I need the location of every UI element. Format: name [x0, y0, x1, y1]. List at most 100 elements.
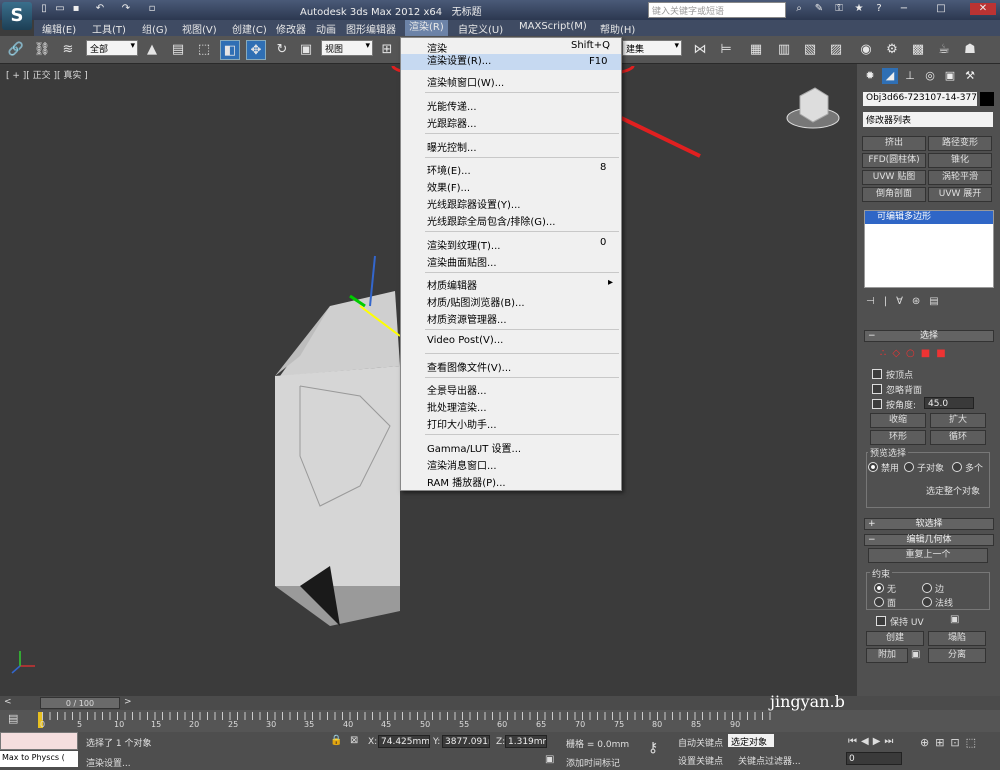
- ffd-cyl-button[interactable]: FFD(圆柱体): [862, 153, 926, 168]
- menu-item-render-surface-map[interactable]: 渲染曲面贴图...: [427, 254, 497, 269]
- mirror-icon[interactable]: ⋈: [690, 40, 710, 60]
- rollout-edit-geometry[interactable]: − 编辑几何体: [864, 534, 994, 546]
- key-filters-button[interactable]: 关键点过滤器...: [738, 754, 801, 767]
- modify-tab-icon[interactable]: ◢: [882, 68, 898, 84]
- preview-subobj-radio[interactable]: 子对象: [904, 461, 944, 474]
- stack-item-editable-poly[interactable]: 可编辑多边形: [865, 211, 993, 224]
- attach-settings-icon[interactable]: ▣: [911, 649, 920, 660]
- constraint-edge-radio[interactable]: 边: [922, 582, 944, 595]
- menu-modifiers[interactable]: 修改器: [276, 21, 306, 36]
- modifier-list-dropdown[interactable]: 修改器列表: [863, 112, 993, 127]
- utilities-tab-icon[interactable]: ⚒: [962, 68, 978, 84]
- menu-item-batch-render[interactable]: 批处理渲染...: [427, 399, 487, 414]
- menu-item-ram-player[interactable]: RAM 播放器(P)...: [427, 474, 506, 489]
- lock-selection-icon[interactable]: 🔒: [330, 735, 342, 746]
- menu-item-render-setup[interactable]: 渲染设置(R)...: [401, 54, 621, 70]
- time-slider-track[interactable]: [0, 696, 1000, 710]
- y-coordinate-field[interactable]: 3877.091n: [442, 735, 490, 748]
- repeat-last-button[interactable]: 重复上一个: [868, 548, 988, 563]
- set-key-button[interactable]: 设置关键点: [678, 754, 723, 767]
- motion-tab-icon[interactable]: ◎: [922, 68, 938, 84]
- rendered-frame-icon[interactable]: ▩: [908, 40, 928, 60]
- undo-icon[interactable]: ↶: [94, 3, 106, 15]
- menu-item-effects[interactable]: 效果(F)...: [427, 179, 470, 194]
- menu-item-light-tracer[interactable]: 光跟踪器...: [427, 115, 477, 130]
- project-folder-icon[interactable]: ▫: [146, 3, 158, 15]
- menu-create[interactable]: 创建(C): [232, 21, 267, 36]
- time-slider[interactable]: 0 / 100: [40, 697, 120, 709]
- grow-button[interactable]: 扩大: [930, 413, 986, 428]
- create-button[interactable]: 创建: [866, 631, 924, 646]
- link-icon[interactable]: 🔗: [6, 40, 26, 60]
- hierarchy-tab-icon[interactable]: ⊥: [902, 68, 918, 84]
- z-coordinate-field[interactable]: 1.319mm: [505, 735, 547, 748]
- schematic-view-icon[interactable]: ▨: [826, 40, 846, 60]
- pivot-center-icon[interactable]: ⊞: [377, 40, 397, 60]
- object-color-swatch[interactable]: [980, 92, 994, 106]
- menu-item-print-size-wizard[interactable]: 打印大小助手...: [427, 416, 497, 431]
- unwrap-uvw-button[interactable]: UVW 展开: [928, 187, 992, 202]
- angle-spinner[interactable]: 45.0: [924, 397, 974, 409]
- menu-item-material-explorer[interactable]: 材质资源管理器...: [427, 311, 507, 326]
- menu-item-view-image-file[interactable]: 查看图像文件(V)...: [427, 359, 511, 374]
- turbosmooth-button[interactable]: 涡轮平滑: [928, 170, 992, 185]
- menu-item-environment[interactable]: 环境(E)...: [427, 162, 471, 177]
- current-frame-field[interactable]: 0: [846, 752, 902, 765]
- set-key-icon[interactable]: ⚷: [648, 740, 658, 756]
- select-move-icon[interactable]: ✥: [246, 40, 266, 60]
- menu-item-radiosity[interactable]: 光能传递...: [427, 98, 477, 113]
- menu-help[interactable]: 帮助(H): [600, 21, 635, 36]
- menu-item-panorama-exporter[interactable]: 全景导出器...: [427, 382, 487, 397]
- stack-tools[interactable]: ⊣|∀⊛▤: [866, 296, 994, 310]
- time-prev-icon[interactable]: <: [4, 697, 12, 707]
- path-deform-button[interactable]: 路径变形: [928, 136, 992, 151]
- menu-item-raytracer-settings[interactable]: 光线跟踪器设置(Y)...: [427, 196, 520, 211]
- unlink-icon[interactable]: ⛓: [32, 40, 52, 60]
- minimize-icon[interactable]: −: [898, 3, 910, 15]
- subobject-level-icons[interactable]: ∴◇○■■: [880, 348, 952, 359]
- display-tab-icon[interactable]: ▣: [942, 68, 958, 84]
- curve-editor-icon[interactable]: ▧: [800, 40, 820, 60]
- material-editor-icon[interactable]: ◉: [856, 40, 876, 60]
- shrink-button[interactable]: 收缩: [870, 413, 926, 428]
- viewcube[interactable]: [786, 87, 840, 129]
- star-icon[interactable]: ★: [853, 3, 865, 15]
- by-vertex-checkbox[interactable]: 按顶点: [872, 368, 913, 381]
- render-production-icon[interactable]: ☗: [960, 40, 980, 60]
- auto-key-button[interactable]: 自动关键点: [678, 736, 723, 749]
- open-file-icon[interactable]: ▭: [54, 3, 66, 15]
- x-coordinate-field[interactable]: 74.425mm: [378, 735, 430, 748]
- bind-space-warp-icon[interactable]: ≋: [58, 40, 78, 60]
- preserve-uv-settings-icon[interactable]: ▣: [950, 614, 959, 625]
- menu-maxscript[interactable]: MAXScript(M): [519, 21, 587, 32]
- ignore-backfacing-checkbox[interactable]: 忽略背面: [872, 383, 922, 396]
- by-angle-checkbox[interactable]: 按角度:: [872, 398, 916, 411]
- loop-button[interactable]: 循环: [930, 430, 986, 445]
- menu-tools[interactable]: 工具(T): [92, 21, 126, 36]
- key-icon[interactable]: ⚿: [833, 3, 845, 15]
- menu-animation[interactable]: 动画: [316, 21, 336, 36]
- select-rotate-icon[interactable]: ↻: [272, 40, 292, 60]
- layer-manager-icon[interactable]: ▦: [746, 40, 766, 60]
- search-input[interactable]: 键入关键字或短语: [648, 2, 786, 18]
- rollout-soft-selection[interactable]: + 软选择: [864, 518, 994, 530]
- maxscript-listener-bottom[interactable]: Max to Physcs (: [0, 751, 78, 767]
- collapse-button[interactable]: 塌陷: [928, 631, 986, 646]
- save-file-icon[interactable]: ▪: [70, 3, 82, 15]
- help-icon[interactable]: ?: [873, 3, 885, 15]
- menu-item-render-message-window[interactable]: 渲染消息窗口...: [427, 457, 497, 472]
- menu-rendering[interactable]: 渲染(R): [405, 20, 448, 36]
- taper-button[interactable]: 锥化: [928, 153, 992, 168]
- menu-item-exposure-control[interactable]: 曝光控制...: [427, 139, 477, 154]
- menu-item-material-editor[interactable]: 材质编辑器: [427, 277, 477, 292]
- selection-filter-dropdown[interactable]: 全部: [86, 40, 138, 56]
- constraint-face-radio[interactable]: 面: [874, 596, 896, 609]
- time-next-icon[interactable]: >: [124, 697, 132, 707]
- menu-item-render[interactable]: 渲染: [427, 40, 447, 55]
- binoculars-icon[interactable]: ⌕: [793, 3, 805, 15]
- menu-item-raytrace-include-exclude[interactable]: 光线跟踪全局包含/排除(G)...: [427, 213, 555, 228]
- graphite-icon[interactable]: ▥: [774, 40, 794, 60]
- ring-button[interactable]: 环形: [870, 430, 926, 445]
- reference-coord-dropdown[interactable]: 视图: [321, 40, 373, 56]
- viewport-nav-controls[interactable]: ⊕⊞⊡⬚: [920, 736, 982, 749]
